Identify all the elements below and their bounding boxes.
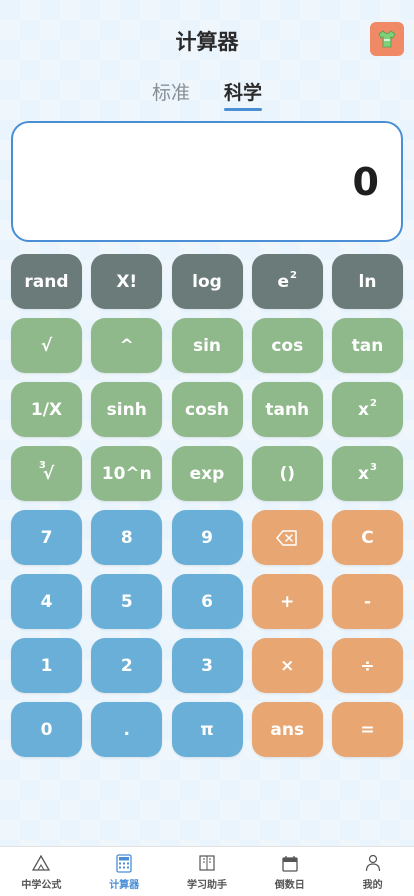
triangle-icon <box>31 853 51 873</box>
bottom-tabbar: 中学公式 计算器 学习助手 倒数日 我的 <box>0 846 414 896</box>
key-multiply[interactable]: × <box>251 638 323 693</box>
theme-button[interactable] <box>370 22 404 56</box>
key-backspace[interactable] <box>251 510 323 565</box>
key-cube-root[interactable]: 3 √ <box>11 446 82 501</box>
key-clear[interactable]: C <box>332 510 403 565</box>
key-equals[interactable]: = <box>332 702 403 757</box>
mode-tabs: 标准 科学 <box>0 78 414 111</box>
key-9[interactable]: 9 <box>171 510 243 565</box>
key-5[interactable]: 5 <box>91 574 163 629</box>
key-ln[interactable]: ln <box>332 254 403 309</box>
key-x-cubed[interactable]: x3 <box>332 446 403 501</box>
tabbar-item-calculator[interactable]: 计算器 <box>83 847 166 896</box>
key-power[interactable]: ^ <box>91 318 163 373</box>
key-x-squared-exponent: 2 <box>370 398 377 409</box>
key-ten-power[interactable]: 10^n <box>91 446 163 501</box>
tab-scientific[interactable]: 科学 <box>224 78 263 111</box>
key-1[interactable]: 1 <box>11 638 82 693</box>
app-header: 计算器 <box>0 0 414 80</box>
key-e-squared[interactable]: e2 <box>251 254 323 309</box>
tabbar-label: 我的 <box>362 880 383 891</box>
key-sin[interactable]: sin <box>171 318 243 373</box>
user-icon <box>363 853 383 873</box>
key-cos[interactable]: cos <box>251 318 323 373</box>
key-cosh[interactable]: cosh <box>171 382 243 437</box>
key-e-exponent: 2 <box>290 270 297 281</box>
key-factorial[interactable]: X! <box>91 254 163 309</box>
key-7[interactable]: 7 <box>11 510 82 565</box>
key-cube-root-index: 3 <box>38 460 46 471</box>
tabbar-label: 学习助手 <box>186 880 227 891</box>
key-sinh[interactable]: sinh <box>91 382 163 437</box>
tabbar-label: 中学公式 <box>21 880 62 891</box>
key-tan[interactable]: tan <box>332 318 403 373</box>
key-parentheses[interactable]: () <box>251 446 323 501</box>
calendar-icon <box>280 853 300 873</box>
key-6[interactable]: 6 <box>171 574 243 629</box>
key-log[interactable]: log <box>171 254 243 309</box>
tabbar-item-study[interactable]: 学习助手 <box>166 847 249 896</box>
key-rand[interactable]: rand <box>11 254 82 309</box>
book-icon <box>197 853 217 873</box>
tshirt-icon <box>378 30 396 48</box>
key-8[interactable]: 8 <box>91 510 163 565</box>
tabbar-item-profile[interactable]: 我的 <box>331 847 414 896</box>
key-divide[interactable]: ÷ <box>332 638 403 693</box>
tabbar-label: 倒数日 <box>274 880 305 891</box>
tab-standard[interactable]: 标准 <box>152 78 190 111</box>
key-e-base: e <box>277 271 290 292</box>
page-title: 计算器 <box>175 30 239 54</box>
key-x-cubed-base: x <box>358 463 369 484</box>
key-3[interactable]: 3 <box>171 638 243 693</box>
key-4[interactable]: 4 <box>11 574 82 629</box>
key-x-squared-base: x <box>358 399 369 420</box>
tabbar-item-formulas[interactable]: 中学公式 <box>0 847 83 896</box>
key-exp[interactable]: exp <box>171 446 243 501</box>
key-pi[interactable]: π <box>171 702 243 757</box>
key-x-cubed-exponent: 3 <box>370 462 377 473</box>
key-minus[interactable]: - <box>332 574 403 629</box>
key-0[interactable]: 0 <box>11 702 82 757</box>
keypad: rand X! log e2 ln √ ^ sin cos tan 1/X si… <box>11 254 403 757</box>
key-x-squared[interactable]: x2 <box>332 382 403 437</box>
key-reciprocal[interactable]: 1/X <box>11 382 82 437</box>
calculator-icon <box>114 853 134 873</box>
key-decimal[interactable]: . <box>91 702 163 757</box>
tabbar-item-countdown[interactable]: 倒数日 <box>248 847 331 896</box>
key-2[interactable]: 2 <box>91 638 163 693</box>
tabbar-label: 计算器 <box>109 880 140 891</box>
backspace-icon <box>276 529 297 546</box>
key-tanh[interactable]: tanh <box>251 382 323 437</box>
display-value: 0 <box>352 159 379 204</box>
key-sqrt[interactable]: √ <box>11 318 82 373</box>
calculator-display: 0 <box>11 121 403 242</box>
key-plus[interactable]: + <box>251 574 323 629</box>
key-ans[interactable]: ans <box>251 702 323 757</box>
